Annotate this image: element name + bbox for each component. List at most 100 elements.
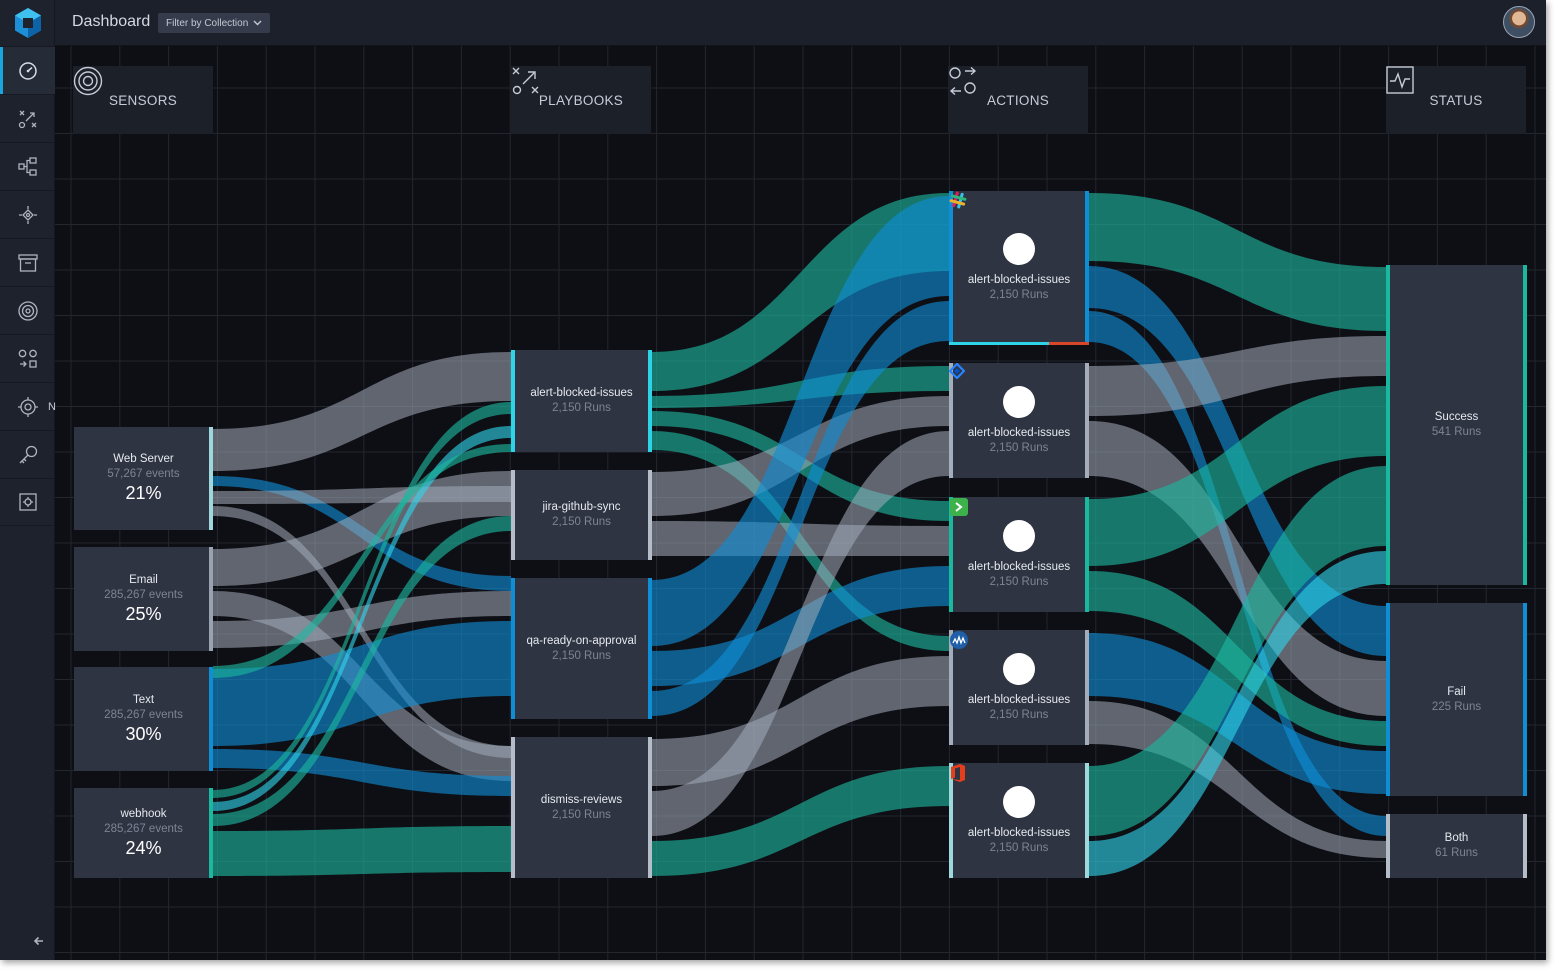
- sensor-node-web-server[interactable]: Web Server 57,267 events 21%: [74, 427, 213, 530]
- sensor-node-webhook[interactable]: webhook 285,267 events 24%: [74, 788, 213, 878]
- nav-keys[interactable]: [0, 430, 55, 478]
- action-node-office[interactable]: alert-blocked-issues 2,150 Runs: [949, 763, 1089, 878]
- node-accent-bar: [1085, 363, 1089, 478]
- sensor-node-email[interactable]: Email 285,267 events 25%: [74, 547, 213, 651]
- node-runs: 2,150 Runs: [552, 808, 611, 821]
- slack-icon: [949, 191, 1035, 265]
- collapse-sidebar-button[interactable]: [33, 934, 45, 952]
- column-header-playbooks: PLAYBOOKS: [511, 66, 651, 134]
- playbook-node-qa-ready-on-approval[interactable]: qa-ready-on-approval 2,150 Runs: [511, 578, 652, 719]
- settings-icon: [18, 493, 37, 511]
- node-name: Fail: [1447, 685, 1466, 698]
- status-node-both[interactable]: Both 61 Runs: [1386, 814, 1527, 878]
- node-accent-bar: [1085, 630, 1089, 745]
- nav-settings[interactable]: [0, 478, 55, 526]
- node-name: alert-blocked-issues: [967, 826, 1071, 839]
- gauge-icon: [18, 61, 37, 80]
- node-percent: 30%: [125, 723, 162, 744]
- wave-icon: [950, 631, 1035, 685]
- node-name: Both: [1444, 832, 1469, 844]
- nav-dashboard[interactable]: [0, 46, 55, 94]
- nav-sensors[interactable]: [0, 286, 55, 334]
- node-name: dismiss-reviews: [540, 793, 623, 806]
- node-accent-bar: [1085, 191, 1089, 345]
- node-accent-bar: [511, 350, 515, 452]
- node-accent-bar: [1386, 603, 1390, 796]
- pulse-icon: [1386, 66, 1414, 94]
- node-accent-bar: [648, 578, 652, 719]
- node-name: alert-blocked-issues: [530, 387, 633, 399]
- node-name: qa-ready-on-approval: [526, 634, 637, 647]
- column-label: PLAYBOOKS: [538, 92, 624, 108]
- node-runs: 2,150 Runs: [552, 649, 611, 662]
- workflow-icon: [17, 156, 37, 176]
- user-avatar[interactable]: [1503, 6, 1535, 38]
- node-accent-bar: [1386, 265, 1390, 585]
- node-percent: 21%: [125, 483, 162, 503]
- node-events: 285,267 events: [104, 822, 183, 835]
- flow-links: [213, 193, 1386, 876]
- nav-playbooks[interactable]: [0, 94, 55, 142]
- node-name: alert-blocked-issues: [967, 693, 1071, 706]
- nav-integrations[interactable]: N: [0, 382, 56, 430]
- node-accent-bar: [949, 191, 953, 345]
- flow-ribbon[interactable]: [213, 826, 511, 876]
- node-accent-bar: [648, 350, 652, 452]
- node-name: Text: [132, 693, 155, 706]
- action-node-wave[interactable]: alert-blocked-issues 2,150 Runs: [949, 630, 1089, 745]
- top-bar: Dashboard Filter by Collection: [55, 0, 1546, 46]
- node-runs: 61 Runs: [1435, 847, 1478, 859]
- node-accent-bar: [209, 427, 213, 530]
- node-runs: 2,150 Runs: [989, 841, 1049, 854]
- node-accent-bar: [209, 788, 213, 878]
- nav-actions[interactable]: [0, 334, 55, 382]
- node-accent-bar: [1523, 265, 1527, 585]
- sidebar: N: [0, 0, 56, 960]
- nav-rules[interactable]: [0, 190, 55, 238]
- node-accent-bar: [1523, 814, 1527, 878]
- node-accent-bar: [511, 578, 515, 719]
- playbook-node-jira-github-sync[interactable]: jira-github-sync 2,150 Runs: [511, 470, 652, 560]
- node-name: alert-blocked-issues: [967, 274, 1071, 286]
- node-accent-bar: [949, 363, 953, 478]
- archive-icon: [17, 253, 38, 272]
- node-name: Web Server: [113, 453, 174, 465]
- playbook-node-alert-blocked-issues[interactable]: alert-blocked-issues 2,150 Runs: [511, 350, 652, 452]
- nav-archive[interactable]: [0, 238, 55, 286]
- page-title: Dashboard: [72, 13, 151, 30]
- node-runs: 225 Runs: [1431, 700, 1482, 713]
- node-events: 285,267 events: [104, 588, 183, 601]
- office-icon: [951, 764, 1035, 818]
- action-node-terminal[interactable]: alert-blocked-issues 2,150 Runs: [949, 497, 1089, 612]
- column-label: ACTIONS: [986, 92, 1050, 108]
- filter-collection-dropdown[interactable]: Filter by Collection: [158, 13, 271, 33]
- node-percent: 24%: [125, 837, 162, 858]
- node-accent-bar: [511, 737, 515, 878]
- node-name: alert-blocked-issues: [967, 560, 1071, 573]
- playbook-node-dismiss-reviews[interactable]: dismiss-reviews 2,150 Runs: [511, 737, 652, 878]
- arrow-left-icon: [33, 936, 43, 946]
- column-header-status: STATUS: [1386, 66, 1526, 134]
- node-events: 57,267 events: [107, 468, 180, 480]
- nav-workflows[interactable]: [0, 142, 55, 190]
- node-runs: 2,150 Runs: [989, 575, 1049, 588]
- column-label: STATUS: [1429, 92, 1483, 108]
- key-icon: [19, 445, 37, 463]
- node-name: webhook: [120, 807, 167, 820]
- node-accent-bar: [1085, 763, 1089, 878]
- status-node-fail[interactable]: Fail 225 Runs: [1386, 603, 1527, 796]
- sensors-icon: [17, 300, 38, 321]
- playbooks-icon: [512, 67, 539, 95]
- action-node-jira[interactable]: alert-blocked-issues 2,150 Runs: [949, 363, 1089, 478]
- app-window: N Dashboard Filter by Collection SENSORS: [0, 0, 1546, 960]
- node-runs: 2,150 Runs: [552, 516, 611, 528]
- node-runs: 2,150 Runs: [989, 289, 1049, 301]
- logo-icon[interactable]: [0, 0, 55, 46]
- node-name: alert-blocked-issues: [967, 426, 1071, 439]
- action-node-slack[interactable]: alert-blocked-issues 2,150 Runs: [949, 191, 1089, 345]
- node-accent-bar: [648, 470, 652, 560]
- sensor-node-text[interactable]: Text 285,267 events 30%: [74, 667, 213, 771]
- node-name: Success: [1434, 411, 1479, 423]
- integrations-icon: [17, 396, 38, 417]
- status-node-success[interactable]: Success 541 Runs: [1386, 265, 1527, 585]
